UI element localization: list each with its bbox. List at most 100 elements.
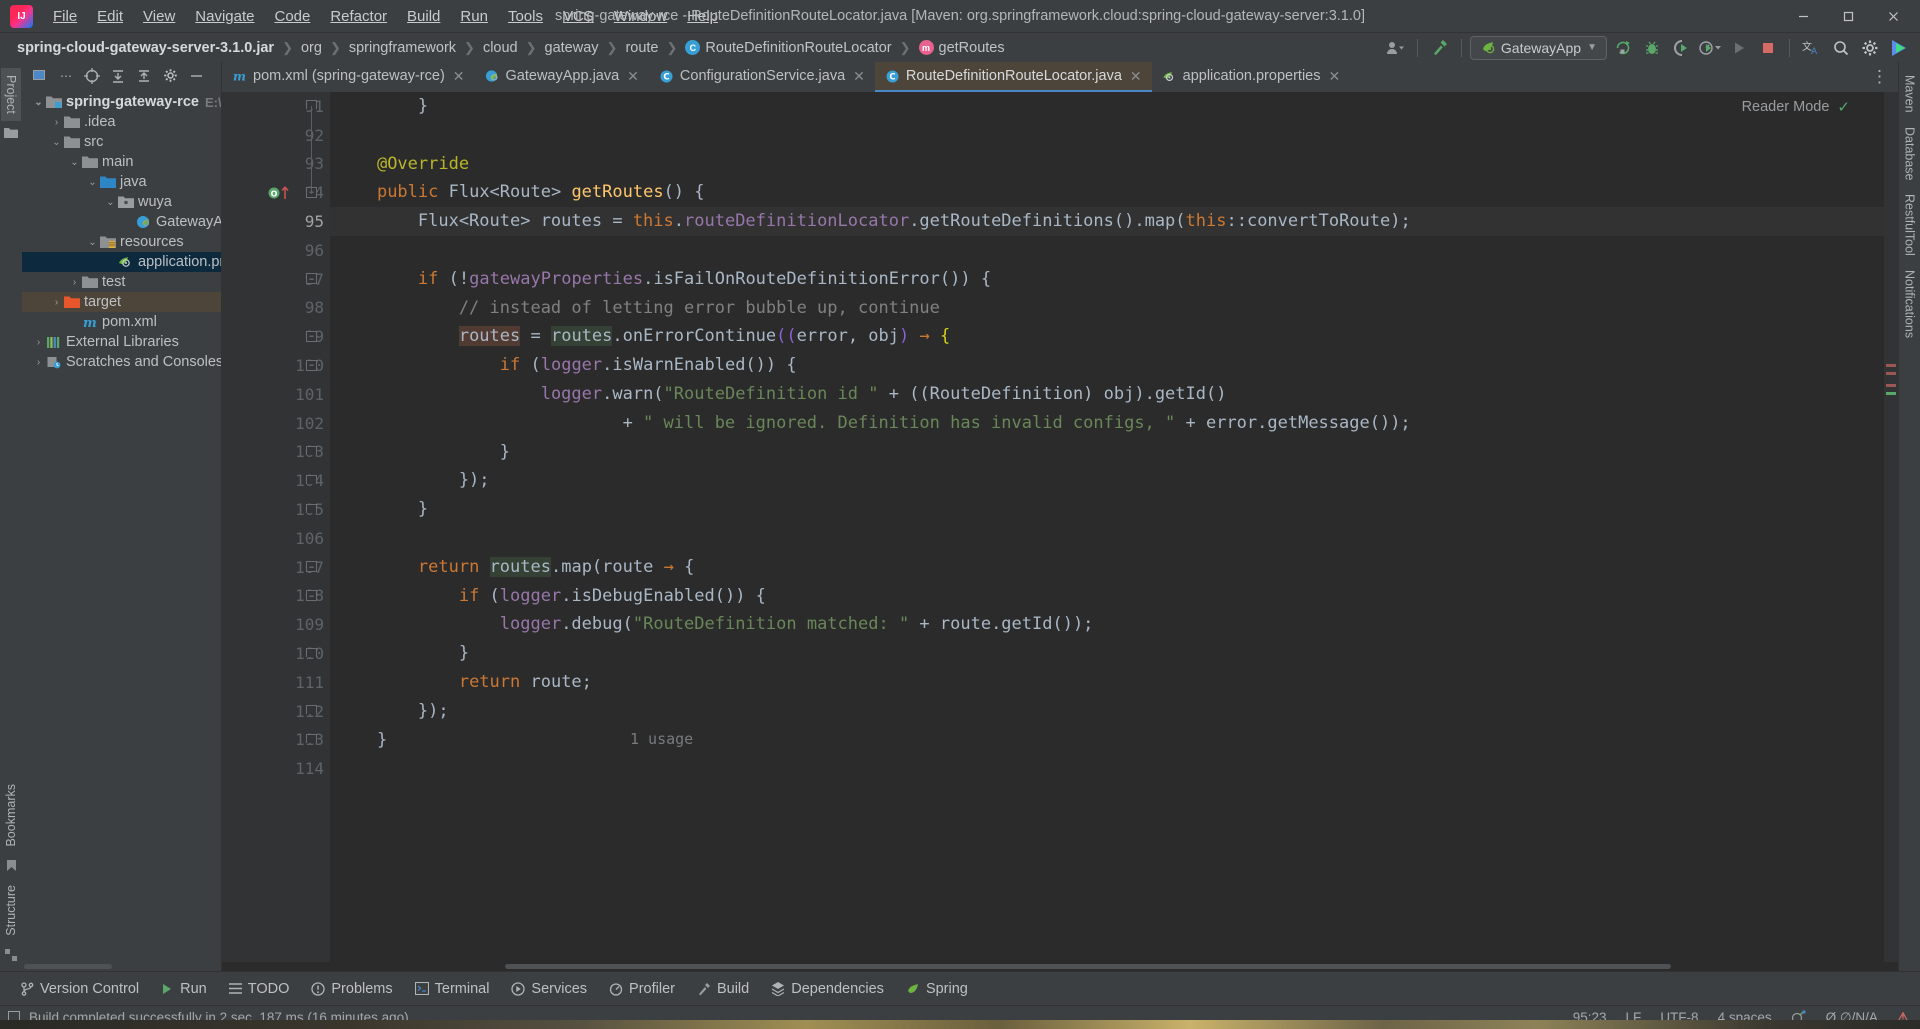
user-avatar-dropdown-button[interactable]	[1382, 35, 1409, 60]
tree-expand-arrow[interactable]: ›	[32, 337, 45, 348]
tree-expand-arrow[interactable]: ›	[50, 117, 63, 128]
tree-expand-arrow[interactable]: ›	[68, 277, 81, 288]
code-line[interactable]: @Override	[330, 150, 1884, 179]
tree-node-external-libraries[interactable]: › External Libraries	[22, 332, 221, 352]
menu-run[interactable]: Run	[450, 4, 498, 29]
tree-node-java[interactable]: ⌄ java	[22, 172, 221, 192]
editor-tab-configurationservice-java[interactable]: C ConfigurationService.java ✕	[649, 62, 875, 92]
project-horizontal-scrollbar[interactable]	[22, 961, 221, 971]
tree-node-gatewayapp[interactable]: GatewayApp	[22, 212, 221, 232]
editor-tabs-more-icon[interactable]: ⋮	[1861, 62, 1898, 92]
project-tree[interactable]: ⌄ spring-gateway-rce E:\ › .idea ⌄ src ⌄ main ⌄ ja…	[22, 89, 221, 961]
code-line[interactable]: });	[330, 466, 1884, 495]
breadcrumb-route[interactable]: route	[622, 39, 661, 57]
expand-all-button[interactable]	[106, 65, 130, 87]
editor-tab-pom-xml-spring-gateway-rce[interactable]: m pom.xml (spring-gateway-rce) ✕	[222, 62, 475, 92]
error-stripe-marker-panel[interactable]	[1884, 92, 1898, 962]
tool-window-structure[interactable]: Structure	[1, 878, 21, 943]
code-line[interactable]: public Flux<Route> getRoutes() {	[330, 178, 1884, 207]
code-line[interactable]: }	[330, 726, 1884, 755]
tool-window-services[interactable]: Services	[502, 977, 596, 1001]
editor-tab-application-properties[interactable]: application.properties ✕	[1152, 62, 1351, 92]
breadcrumb-jar[interactable]: spring-cloud-gateway-server-3.1.0.jar	[14, 39, 277, 57]
tree-expand-arrow[interactable]: ⌄	[68, 157, 81, 168]
editor-horizontal-scrollbar[interactable]	[222, 962, 1898, 971]
code-line[interactable]: });	[330, 697, 1884, 726]
tool-window-dependencies[interactable]: Dependencies	[762, 977, 893, 1001]
profiler-button[interactable]	[1696, 35, 1723, 60]
code-line[interactable]	[330, 121, 1884, 150]
tree-node-wuya[interactable]: ⌄ wuya	[22, 192, 221, 212]
tree-node-idea[interactable]: › .idea	[22, 112, 221, 132]
close-tab-icon[interactable]: ✕	[1328, 68, 1340, 85]
tool-window-terminal[interactable]: Terminal	[406, 977, 499, 1001]
project-settings-button[interactable]	[158, 65, 182, 87]
tree-expand-arrow[interactable]: ⌄	[104, 197, 117, 208]
menu-build[interactable]: Build	[397, 4, 450, 29]
tree-node-scratches-and-consoles[interactable]: › Scratches and Consoles	[22, 352, 221, 372]
close-tab-icon[interactable]: ✕	[853, 68, 865, 85]
code-line[interactable]: if (!gatewayProperties.isFailOnRouteDefi…	[330, 265, 1884, 294]
tree-node-spring-gateway-rce[interactable]: ⌄ spring-gateway-rce E:\	[22, 92, 221, 112]
code-line[interactable]: }	[330, 92, 1884, 121]
tree-expand-arrow[interactable]: ›	[32, 357, 45, 368]
settings-button[interactable]	[1856, 35, 1883, 60]
breadcrumb-method[interactable]: m getRoutes	[916, 39, 1008, 57]
code-line[interactable]: }	[330, 438, 1884, 467]
menu-edit[interactable]: Edit	[87, 4, 133, 29]
inspections-ok-icon[interactable]: ✓	[1837, 98, 1850, 116]
code-line[interactable]	[330, 754, 1884, 783]
code-line[interactable]: if (logger.isWarnEnabled()) {	[330, 351, 1884, 380]
show-options-menu-button[interactable]: ⋯	[54, 65, 78, 87]
code-line[interactable]: routes = routes.onErrorContinue((error, …	[330, 322, 1884, 351]
breadcrumb-gateway[interactable]: gateway	[542, 39, 602, 57]
collapse-all-button[interactable]	[132, 65, 156, 87]
tool-window-notifications[interactable]: Notifications	[1900, 263, 1920, 345]
menu-tools[interactable]: Tools	[498, 4, 553, 29]
tree-node-test[interactable]: › test	[22, 272, 221, 292]
code-line[interactable]: Flux<Route> routes = this.routeDefinitio…	[330, 207, 1884, 236]
tool-window-database[interactable]: Database	[1900, 120, 1920, 188]
search-everywhere-button[interactable]	[1827, 35, 1854, 60]
tree-node-src[interactable]: ⌄ src	[22, 132, 221, 152]
tool-window-project[interactable]: Project	[1, 68, 21, 121]
editor-tab-gatewayapp-java[interactable]: GatewayApp.java ✕	[475, 62, 649, 92]
code-line[interactable]: return route;	[330, 668, 1884, 697]
code-line[interactable]: logger.warn("RouteDefinition id " + ((Ro…	[330, 380, 1884, 409]
debug-button[interactable]	[1638, 35, 1665, 60]
code-line[interactable]: return routes.map(route → {	[330, 553, 1884, 582]
tree-node-resources[interactable]: ⌄ resources	[22, 232, 221, 252]
tool-window-version-control[interactable]: Version Control	[12, 977, 148, 1001]
tree-expand-arrow[interactable]: ⌄	[86, 237, 99, 248]
tool-window-build[interactable]: Build	[688, 977, 758, 1001]
tool-window-spring[interactable]: Spring	[897, 977, 977, 1001]
breadcrumb-org[interactable]: org	[298, 39, 325, 57]
tree-expand-arrow[interactable]: ⌄	[86, 177, 99, 188]
translate-button[interactable]: 文A	[1798, 35, 1825, 60]
reader-mode-indicator[interactable]: Reader Mode ✓	[1742, 98, 1850, 116]
close-button[interactable]	[1871, 0, 1916, 33]
tool-window-profiler[interactable]: Profiler	[600, 977, 684, 1001]
tree-node-main[interactable]: ⌄ main	[22, 152, 221, 172]
scroll-from-source-button[interactable]	[80, 65, 104, 87]
editor-tab-routedefinitionroutelocator-java[interactable]: C RouteDefinitionRouteLocator.java ✕	[874, 62, 1152, 92]
menu-view[interactable]: View	[133, 4, 185, 29]
code-editor[interactable]: } @Override public Flux<Route> getRoutes…	[330, 92, 1884, 962]
minimize-button[interactable]	[1781, 0, 1826, 33]
run-with-coverage-button[interactable]	[1667, 35, 1694, 60]
run-configuration-selector[interactable]: GatewayApp ▼	[1469, 35, 1607, 60]
hammer-build-button[interactable]	[1426, 35, 1453, 60]
hide-tool-window-button[interactable]	[184, 65, 208, 87]
breadcrumb-class[interactable]: C RouteDefinitionRouteLocator	[682, 39, 894, 57]
code-line[interactable]: logger.debug("RouteDefinition matched: "…	[330, 610, 1884, 639]
menu-refactor[interactable]: Refactor	[320, 4, 397, 29]
tool-window-run[interactable]: Run	[152, 977, 216, 1001]
rerun-button[interactable]	[1609, 35, 1636, 60]
close-tab-icon[interactable]: ✕	[627, 68, 639, 85]
menu-vcs[interactable]: VCS	[553, 4, 604, 29]
menu-window[interactable]: Window	[604, 4, 677, 29]
select-opened-file-button[interactable]	[28, 65, 52, 87]
tree-expand-arrow[interactable]: ›	[50, 297, 63, 308]
close-tab-icon[interactable]: ✕	[453, 68, 465, 85]
tool-window-bookmarks[interactable]: Bookmarks	[1, 777, 21, 854]
